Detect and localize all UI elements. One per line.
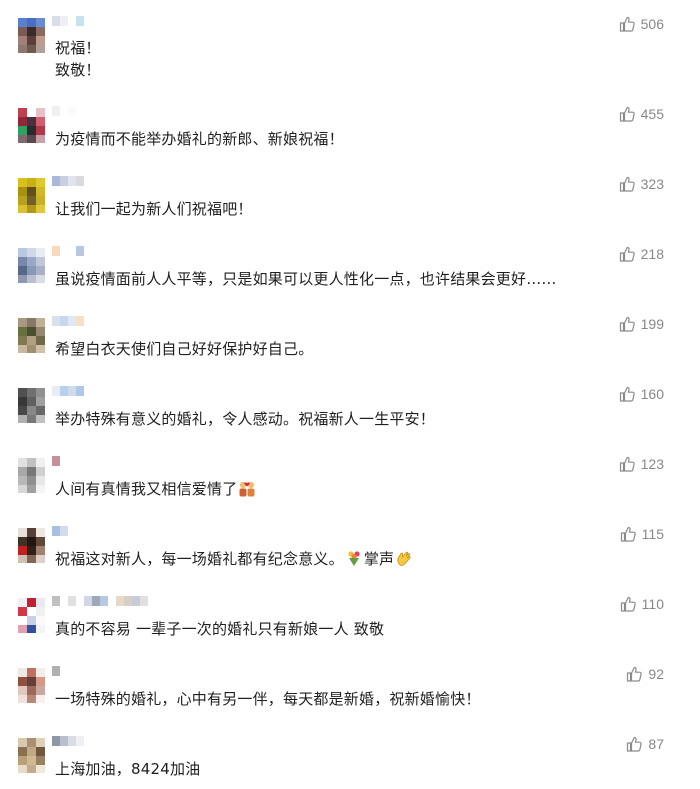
like-count: 218 (640, 246, 664, 262)
clapping-hands-emoji (397, 551, 411, 566)
thumbs-up-icon (627, 736, 643, 752)
like-count: 199 (640, 316, 664, 332)
like-count: 506 (640, 16, 664, 32)
like-count: 160 (640, 386, 664, 402)
avatar[interactable] (18, 178, 45, 213)
like-count: 323 (640, 176, 664, 192)
like-count: 123 (640, 456, 664, 472)
thumbs-up-icon (619, 106, 635, 122)
comment-text-content: 祝福这对新人，每一场婚礼都有纪念意义。 (55, 550, 344, 568)
comment-list: 祝福！ 致敬！ 506 为疫情而不能举办婚礼的新郎、新娘祝福！ 455 让我们一… (0, 0, 700, 789)
like-count: 87 (648, 736, 664, 752)
nickname[interactable] (52, 106, 76, 116)
like-count: 115 (641, 526, 664, 542)
like-button[interactable]: 199 (619, 316, 664, 332)
avatar[interactable] (18, 108, 45, 143)
comment-text: 真的不容易 一辈子一次的婚礼只有新娘一人 致敬 (55, 620, 385, 638)
bouquet-emoji (348, 551, 360, 566)
like-button[interactable]: 506 (619, 16, 664, 32)
comment-text: 举办特殊有意义的婚礼，令人感动。祝福新人一生平安！ (55, 410, 436, 428)
comment-text: 为疫情而不能举办婚礼的新郎、新娘祝福！ (55, 130, 344, 148)
like-button[interactable]: 218 (619, 246, 664, 262)
comment-text: 让我们一起为新人们祝福吧！ (55, 200, 253, 218)
like-button[interactable]: 110 (620, 596, 664, 612)
nickname[interactable] (52, 316, 84, 326)
nickname[interactable] (52, 16, 84, 26)
like-button[interactable]: 115 (620, 526, 664, 542)
comment-text: 祝福！ (55, 39, 101, 57)
comment-text: 人间有真情我又相信爱情了 (55, 478, 257, 500)
avatar[interactable] (18, 248, 45, 283)
nickname[interactable] (52, 526, 68, 536)
comment-text: 虽说疫情面前人人平等，只是如果可以更人性化一点，也许结果会更好…… (55, 270, 557, 288)
nickname[interactable] (52, 456, 68, 466)
nickname[interactable] (52, 666, 68, 676)
couple-with-heart-emoji (239, 481, 255, 497)
nickname[interactable] (52, 176, 84, 186)
thumbs-up-icon (619, 176, 635, 192)
thumbs-up-icon (627, 666, 643, 682)
avatar[interactable] (18, 18, 45, 53)
avatar[interactable] (18, 598, 45, 633)
comment-text: 祝福这对新人，每一场婚礼都有纪念意义。 掌声 (55, 548, 414, 570)
avatar[interactable] (18, 528, 45, 563)
thumbs-up-icon (619, 246, 635, 262)
like-button[interactable]: 323 (619, 176, 664, 192)
like-count: 110 (641, 596, 664, 612)
comment-text-content: 人间有真情我又相信爱情了 (55, 480, 238, 498)
nickname[interactable] (52, 596, 148, 606)
thumbs-up-icon (620, 526, 636, 542)
nickname[interactable] (52, 246, 84, 256)
avatar[interactable] (18, 668, 45, 703)
avatar[interactable] (18, 458, 45, 493)
comment-text-content: 掌声 (363, 550, 395, 568)
comment-text: 上海加油，8424加油 (55, 760, 201, 778)
like-button[interactable]: 87 (626, 736, 664, 752)
comment-text: 一场特殊的婚礼，心中有另一伴，每天都是新婚，祝新婚愉快！ (55, 690, 481, 708)
like-button[interactable]: 160 (619, 386, 664, 402)
comment-text: 致敬！ (55, 61, 101, 79)
nickname[interactable] (52, 736, 84, 746)
like-count: 455 (640, 106, 664, 122)
like-button[interactable]: 455 (619, 106, 664, 122)
thumbs-up-icon (619, 456, 635, 472)
thumbs-up-icon (619, 386, 635, 402)
avatar[interactable] (18, 318, 45, 353)
like-button[interactable]: 92 (626, 666, 664, 682)
thumbs-up-icon (619, 16, 635, 32)
avatar[interactable] (18, 388, 45, 423)
thumbs-up-icon (619, 316, 635, 332)
like-count: 92 (648, 666, 664, 682)
nickname[interactable] (52, 386, 84, 396)
comment-text: 希望白衣天使们自己好好保护好自己。 (55, 340, 314, 358)
thumbs-up-icon (620, 596, 636, 612)
like-button[interactable]: 123 (619, 456, 664, 472)
avatar[interactable] (18, 738, 45, 773)
